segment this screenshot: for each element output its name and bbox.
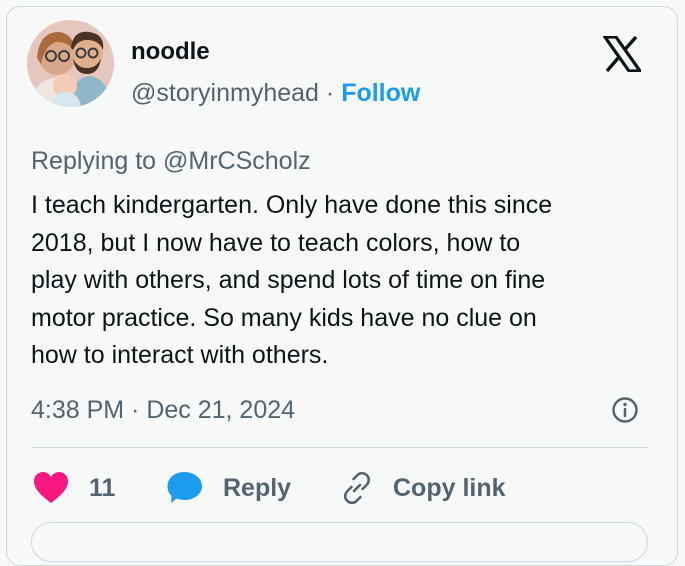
copy-link-button[interactable]: Copy link (339, 470, 506, 506)
tweet-line: play with others, and spend lots of time… (31, 266, 546, 294)
read-replies-button[interactable] (31, 522, 648, 562)
user-handle[interactable]: @storyinmyhead (131, 79, 319, 107)
display-name[interactable]: noodle (131, 38, 210, 66)
follow-button[interactable]: Follow (341, 79, 420, 107)
reply-label: Reply (223, 473, 292, 502)
like-count: 11 (89, 473, 116, 502)
copy-link-label: Copy link (393, 473, 506, 502)
replying-to: Replying to @MrCScholz (31, 147, 311, 175)
speech-bubble-icon[interactable] (167, 471, 204, 505)
tweet-text: I teach kindergarten. Only have done thi… (31, 187, 651, 375)
separator-dot: · (325, 79, 335, 107)
divider (31, 447, 648, 448)
tweet-line: 2018, but I now have to teach colors, ho… (31, 228, 521, 257)
tweet-line: motor practice. So many kids have no clu… (31, 303, 537, 332)
info-icon[interactable] (610, 395, 640, 425)
link-icon[interactable] (339, 470, 375, 506)
x-logo-icon[interactable] (601, 35, 644, 73)
like-button[interactable]: 11 (33, 470, 115, 506)
tweet-line: I teach kindergarten. Only have done thi… (31, 191, 553, 219)
tweet-line: how to interact with others. (31, 341, 329, 369)
reply-button[interactable]: Reply (167, 470, 291, 506)
handle-row: @storyinmyhead · Follow (131, 78, 420, 108)
timestamp[interactable]: 4:38 PM · Dec 21, 2024 (31, 395, 295, 425)
heart-icon[interactable] (33, 471, 69, 505)
avatar[interactable] (27, 20, 114, 107)
